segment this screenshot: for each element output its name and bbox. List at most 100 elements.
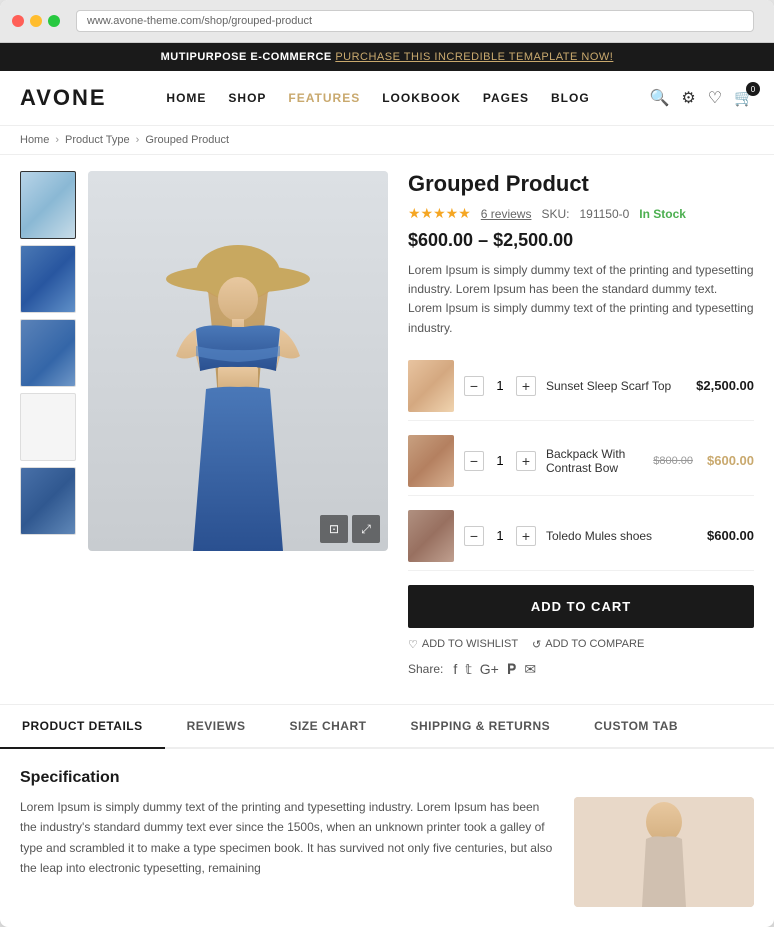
item-sale-price-2: $600.00 bbox=[707, 453, 754, 468]
qty-increase-1[interactable]: + bbox=[516, 376, 536, 396]
nav-shop[interactable]: SHOP bbox=[228, 91, 266, 105]
tab-custom[interactable]: CUSTOM TAB bbox=[572, 705, 700, 749]
social-icons: f 𝕥 G+ 𝐏 ✉ bbox=[453, 661, 536, 678]
browser-dots bbox=[12, 15, 60, 27]
product-description: Lorem Ipsum is simply dummy text of the … bbox=[408, 261, 754, 338]
image-controls: ⊡ ⤢ bbox=[320, 515, 380, 543]
wishlist-icon[interactable]: ♡ bbox=[708, 88, 722, 108]
spec-title: Specification bbox=[20, 769, 754, 787]
sku-value: 191150-0 bbox=[579, 207, 629, 221]
grouped-item-3: − 1 + Toledo Mules shoes $600.00 bbox=[408, 502, 754, 571]
qty-control-2: − 1 + bbox=[464, 451, 536, 471]
spec-text: Lorem Ipsum is simply dummy text of the … bbox=[20, 797, 554, 879]
wishlist-link[interactable]: ♡ ADD TO WISHLIST bbox=[408, 638, 518, 651]
product-tabs: PRODUCT DETAILS REVIEWS SIZE CHART SHIPP… bbox=[0, 704, 774, 927]
spec-image bbox=[574, 797, 754, 907]
product-info: Grouped Product ★★★★★ 6 reviews SKU: 191… bbox=[388, 171, 754, 678]
facebook-icon[interactable]: f bbox=[453, 661, 457, 678]
grouped-items: − 1 + Sunset Sleep Scarf Top $2,500.00 −… bbox=[408, 352, 754, 571]
share-row: Share: f 𝕥 G+ 𝐏 ✉ bbox=[408, 661, 754, 678]
stock-badge: In Stock bbox=[639, 207, 686, 221]
site-header: AVONE HOME SHOP FEATURES LOOKBOOK PAGES … bbox=[0, 71, 774, 126]
nav-pages[interactable]: PAGES bbox=[483, 91, 529, 105]
item-price-1: $2,500.00 bbox=[696, 378, 754, 393]
item-name-1: Sunset Sleep Scarf Top bbox=[546, 379, 686, 393]
qty-value-1: 1 bbox=[492, 378, 508, 393]
item-old-price-2: $800.00 bbox=[653, 455, 693, 467]
tab-shipping[interactable]: SHIPPING & RETURNS bbox=[388, 705, 572, 749]
product-title: Grouped Product bbox=[408, 171, 754, 197]
qty-decrease-2[interactable]: − bbox=[464, 451, 484, 471]
add-to-cart-button[interactable]: ADD TO CART bbox=[408, 585, 754, 628]
settings-icon[interactable]: ⚙ bbox=[681, 88, 695, 108]
main-product-image: ⊡ ⤢ bbox=[88, 171, 388, 551]
tabs-bar: PRODUCT DETAILS REVIEWS SIZE CHART SHIPP… bbox=[0, 705, 774, 749]
browser-chrome: www.avone-theme.com/shop/grouped-product bbox=[0, 0, 774, 43]
nav-blog[interactable]: BLOG bbox=[551, 91, 590, 105]
compare-link[interactable]: ↺ ADD TO COMPARE bbox=[532, 638, 644, 651]
nav-lookbook[interactable]: LOOKBOOK bbox=[382, 91, 461, 105]
minimize-dot[interactable] bbox=[30, 15, 42, 27]
qty-decrease-3[interactable]: − bbox=[464, 526, 484, 546]
breadcrumb-home[interactable]: Home bbox=[20, 134, 49, 146]
product-section: ⊡ ⤢ Grouped Product ★★★★★ 6 reviews SKU:… bbox=[0, 155, 774, 694]
grouped-item-2: − 1 + Backpack With Contrast Bow $800.00… bbox=[408, 427, 754, 496]
grouped-item-1: − 1 + Sunset Sleep Scarf Top $2,500.00 bbox=[408, 352, 754, 421]
tab-product-details[interactable]: PRODUCT DETAILS bbox=[0, 705, 165, 749]
maximize-dot[interactable] bbox=[48, 15, 60, 27]
thumbnail-3[interactable] bbox=[20, 319, 76, 387]
breadcrumb: Home › Product Type › Grouped Product bbox=[0, 126, 774, 155]
thumbnail-5[interactable] bbox=[20, 467, 76, 535]
tab-content: Specification Lorem Ipsum is simply dumm… bbox=[0, 749, 774, 927]
nav-home[interactable]: HOME bbox=[166, 91, 206, 105]
close-dot[interactable] bbox=[12, 15, 24, 27]
qty-value-3: 1 bbox=[492, 528, 508, 543]
spec-bottom: Lorem Ipsum is simply dummy text of the … bbox=[20, 797, 754, 907]
item-name-3: Toledo Mules shoes bbox=[546, 529, 697, 543]
email-icon[interactable]: ✉ bbox=[524, 661, 536, 678]
address-bar[interactable]: www.avone-theme.com/shop/grouped-product bbox=[76, 10, 754, 32]
qty-increase-2[interactable]: + bbox=[516, 451, 536, 471]
announcement-link[interactable]: PURCHASE THIS INCREDIBLE TEMAPLATE NOW! bbox=[335, 51, 613, 63]
breadcrumb-current: Grouped Product bbox=[145, 134, 229, 146]
qty-increase-3[interactable]: + bbox=[516, 526, 536, 546]
googleplus-icon[interactable]: G+ bbox=[480, 661, 499, 678]
rating-row: ★★★★★ 6 reviews SKU: 191150-0 In Stock bbox=[408, 205, 754, 222]
share-label: Share: bbox=[408, 662, 443, 676]
cart-icon[interactable]: 🛒0 bbox=[734, 88, 754, 108]
search-icon[interactable]: 🔍 bbox=[649, 88, 669, 108]
breadcrumb-product-type[interactable]: Product Type bbox=[65, 134, 130, 146]
qty-decrease-1[interactable]: − bbox=[464, 376, 484, 396]
item-thumb-3[interactable] bbox=[408, 510, 454, 562]
reviews-link[interactable]: 6 reviews bbox=[481, 207, 532, 221]
product-thumbnails bbox=[20, 171, 78, 678]
zoom-in-button[interactable]: ⊡ bbox=[320, 515, 348, 543]
sku-label: SKU: bbox=[541, 207, 569, 221]
qty-control-1: − 1 + bbox=[464, 376, 536, 396]
site-logo[interactable]: AVONE bbox=[20, 85, 107, 111]
item-thumb-1[interactable] bbox=[408, 360, 454, 412]
thumbnail-1[interactable] bbox=[20, 171, 76, 239]
qty-value-2: 1 bbox=[492, 453, 508, 468]
tab-reviews[interactable]: REVIEWS bbox=[165, 705, 268, 749]
qty-control-3: − 1 + bbox=[464, 526, 536, 546]
twitter-icon[interactable]: 𝕥 bbox=[465, 661, 472, 678]
item-price-3: $600.00 bbox=[707, 528, 754, 543]
nav-features[interactable]: FEATURES bbox=[288, 91, 360, 105]
thumbnail-4[interactable] bbox=[20, 393, 76, 461]
cart-badge: 0 bbox=[746, 82, 760, 96]
main-nav: HOME SHOP FEATURES LOOKBOOK PAGES BLOG bbox=[166, 91, 589, 105]
header-icons: 🔍 ⚙ ♡ 🛒0 bbox=[649, 88, 754, 108]
tab-size-chart[interactable]: SIZE CHART bbox=[267, 705, 388, 749]
spec-text-area: Lorem Ipsum is simply dummy text of the … bbox=[20, 797, 554, 907]
pinterest-icon[interactable]: 𝐏 bbox=[507, 661, 516, 678]
thumbnail-2[interactable] bbox=[20, 245, 76, 313]
item-name-2: Backpack With Contrast Bow bbox=[546, 447, 643, 475]
item-thumb-2[interactable] bbox=[408, 435, 454, 487]
fullscreen-button[interactable]: ⤢ bbox=[352, 515, 380, 543]
action-links: ♡ ADD TO WISHLIST ↺ ADD TO COMPARE bbox=[408, 638, 754, 651]
announcement-bar: MUTIPURPOSE E-COMMERCE PURCHASE THIS INC… bbox=[0, 43, 774, 71]
announcement-prefix: MUTIPURPOSE E-COMMERCE bbox=[161, 51, 332, 63]
star-rating: ★★★★★ bbox=[408, 205, 471, 222]
price-range: $600.00 – $2,500.00 bbox=[408, 230, 754, 251]
